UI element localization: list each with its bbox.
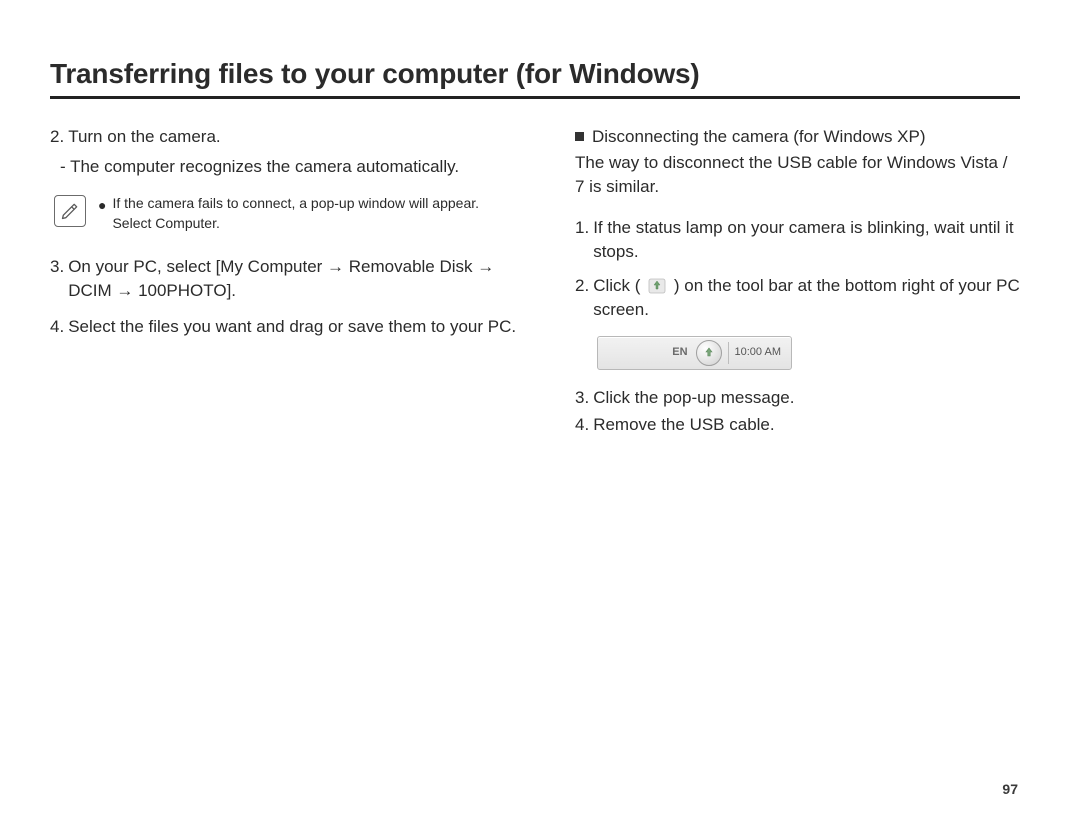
step-3: 3. On your PC, select [My Computer → Rem… [50, 255, 520, 303]
usb-eject-icon [648, 277, 666, 293]
disconnect-heading-text: Disconnecting the camera (for Windows XP… [592, 127, 926, 146]
step-text: Click the pop-up message. [593, 386, 1020, 410]
content-columns: 2. Turn on the camera. The computer reco… [50, 125, 1020, 441]
bullet-icon: ● [98, 193, 106, 234]
tray-clock: 10:00 AM [735, 345, 791, 360]
step-number: 3. [575, 386, 593, 410]
step-number: 1. [575, 216, 593, 264]
note-line-1: If the camera fails to connect, a pop-up… [112, 195, 479, 211]
tray-divider [728, 342, 729, 364]
disconnect-sub: The way to disconnect the USB cable for … [575, 151, 1020, 199]
step-2: 2. Turn on the camera. [50, 125, 520, 149]
step-text: Select the files you want and drag or sa… [68, 315, 520, 339]
step-text: Remove the USB cable. [593, 413, 1020, 437]
note-line-2: Select Computer. [112, 215, 219, 231]
step-number: 4. [50, 315, 68, 339]
taskbar-tray-image: EN 10:00 AM [597, 336, 792, 370]
pencil-icon [54, 195, 86, 227]
disconnect-step-4: 4. Remove the USB cable. [575, 413, 1020, 437]
disconnect-step-1: 1. If the status lamp on your camera is … [575, 216, 1020, 264]
step-2-sub: The computer recognizes the camera autom… [50, 155, 520, 179]
disconnect-step-3: 3. Click the pop-up message. [575, 386, 1020, 410]
square-bullet-icon [575, 132, 584, 141]
note-box: ● If the camera fails to connect, a pop-… [50, 193, 520, 234]
right-column: Disconnecting the camera (for Windows XP… [575, 125, 1020, 441]
step-text: Click ( ) on the tool bar at the bottom … [593, 274, 1020, 322]
step-number: 4. [575, 413, 593, 437]
note-text: ● If the camera fails to connect, a pop-… [98, 193, 516, 234]
step-2-before: Click ( [593, 276, 640, 295]
disconnect-heading: Disconnecting the camera (for Windows XP… [575, 125, 1020, 149]
tray-eject-icon [696, 340, 722, 366]
step-number: 2. [575, 274, 593, 322]
tray-language: EN [664, 345, 695, 360]
step-text: Turn on the camera. [68, 125, 520, 149]
step-text: On your PC, select [My Computer → Remova… [68, 255, 520, 303]
page-number: 97 [1002, 781, 1018, 797]
left-column: 2. Turn on the camera. The computer reco… [50, 125, 520, 441]
step-number: 2. [50, 125, 68, 149]
step-text: If the status lamp on your camera is bli… [593, 216, 1020, 264]
disconnect-step-2: 2. Click ( ) on the tool bar at the bott… [575, 274, 1020, 322]
manual-page: Transferring files to your computer (for… [0, 0, 1080, 815]
step-4: 4. Select the files you want and drag or… [50, 315, 520, 339]
step-number: 3. [50, 255, 68, 303]
page-title: Transferring files to your computer (for… [50, 58, 1020, 99]
